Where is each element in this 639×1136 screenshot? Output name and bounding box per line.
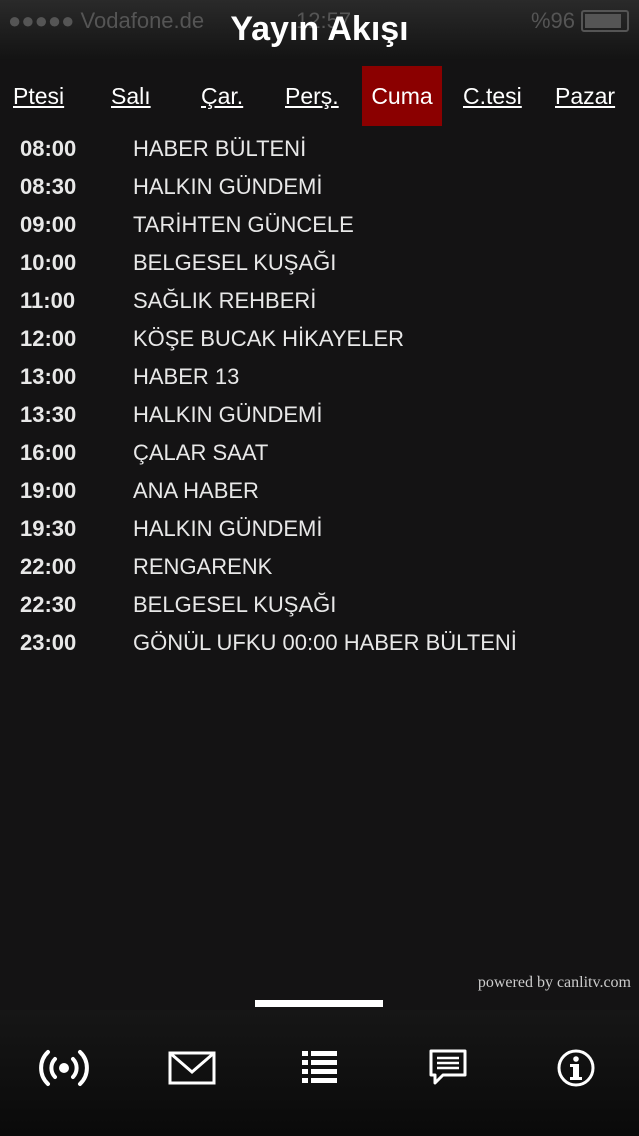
schedule-time: 08:30 bbox=[20, 174, 77, 199]
schedule-program: BELGESEL KUŞAĞI bbox=[133, 250, 337, 275]
schedule-time: 22:00 bbox=[20, 554, 77, 579]
schedule-row: 22:00 RENGARENK bbox=[0, 548, 639, 586]
schedule-time: 08:00 bbox=[20, 136, 77, 161]
schedule-program: RENGARENK bbox=[133, 554, 273, 579]
schedule-program: GÖNÜL UFKU 00:00 HABER BÜLTENİ bbox=[133, 630, 517, 655]
broadcast-icon[interactable] bbox=[36, 1044, 92, 1092]
schedule-time: 22:30 bbox=[20, 592, 77, 617]
schedule-program: ANA HABER bbox=[133, 478, 259, 503]
schedule-time: 11:00 bbox=[20, 288, 76, 313]
schedule-row: 12:00 KÖŞE BUCAK HİKAYELER bbox=[0, 320, 639, 358]
schedule-program: HALKIN GÜNDEMİ bbox=[133, 174, 323, 199]
schedule-row: 08:00 HABER BÜLTENİ bbox=[0, 130, 639, 168]
tab-tuesday[interactable]: Salı bbox=[111, 66, 151, 126]
message-icon[interactable] bbox=[420, 1044, 476, 1092]
schedule-time: 13:30 bbox=[20, 402, 77, 427]
schedule-row: 08:30 HALKIN GÜNDEMİ bbox=[0, 168, 639, 206]
schedule-program: HALKIN GÜNDEMİ bbox=[133, 516, 323, 541]
schedule-time: 23:00 bbox=[20, 630, 77, 655]
schedule-program: TARİHTEN GÜNCELE bbox=[133, 212, 354, 237]
page-title: Yayın Akışı bbox=[230, 10, 409, 48]
tab-monday[interactable]: Ptesi bbox=[13, 66, 64, 126]
bottom-tab-bar bbox=[0, 1010, 639, 1136]
schedule-program: KÖŞE BUCAK HİKAYELER bbox=[133, 326, 405, 351]
powered-by-link[interactable]: powered by canlitv.com bbox=[478, 974, 631, 992]
schedule-row: 16:00 ÇALAR SAAT bbox=[0, 434, 639, 472]
schedule-row: 13:00 HABER 13 bbox=[0, 358, 639, 396]
schedule-time: 12:00 bbox=[20, 326, 77, 351]
schedule-time: 10:00 bbox=[20, 250, 77, 275]
schedule-program: HALKIN GÜNDEMİ bbox=[133, 402, 323, 427]
schedule-row: 22:30 BELGESEL KUŞAĞI bbox=[0, 586, 639, 624]
schedule-time: 16:00 bbox=[20, 440, 77, 465]
tab-thursday[interactable]: Perş. bbox=[285, 66, 339, 126]
schedule-row: 09:00 TARİHTEN GÜNCELE bbox=[0, 206, 639, 244]
schedule-program: BELGESEL KUŞAĞI bbox=[133, 592, 337, 617]
schedule-program: ÇALAR SAAT bbox=[133, 440, 269, 465]
schedule-time: 19:00 bbox=[20, 478, 77, 503]
top-bar: ●●●●● Vodafone.de 12:57 %96 Yayın Akışı bbox=[0, 0, 639, 60]
tab-wednesday[interactable]: Çar. bbox=[201, 66, 243, 126]
schedule-program: SAĞLIK REHBERİ bbox=[133, 288, 317, 313]
tab-sunday[interactable]: Pazar bbox=[555, 66, 615, 126]
schedule-row: 13:30 HALKIN GÜNDEMİ bbox=[0, 396, 639, 434]
scroll-indicator bbox=[255, 1000, 383, 1007]
schedule-row: 10:00 BELGESEL KUŞAĞI bbox=[0, 244, 639, 282]
tab-friday[interactable]: Cuma bbox=[362, 66, 442, 126]
schedule-program: HABER BÜLTENİ bbox=[133, 136, 307, 161]
tab-saturday[interactable]: C.tesi bbox=[463, 66, 522, 126]
schedule-time: 09:00 bbox=[20, 212, 77, 237]
schedule-row: 11:00 SAĞLIK REHBERİ bbox=[0, 282, 639, 320]
schedule-row: 19:00 ANA HABER bbox=[0, 472, 639, 510]
schedule-row: 19:30 HALKIN GÜNDEMİ bbox=[0, 510, 639, 548]
schedule-time: 13:00 bbox=[20, 364, 77, 389]
schedule-time: 19:30 bbox=[20, 516, 77, 541]
mail-icon[interactable] bbox=[164, 1044, 220, 1092]
schedule-list: 08:00 HABER BÜLTENİ 08:30 HALKIN GÜNDEMİ 0… bbox=[0, 130, 639, 662]
schedule-program: HABER 13 bbox=[133, 364, 240, 389]
day-tabs: Ptesi Salı Çar. Perş. Cuma C.tesi Pazar bbox=[0, 66, 639, 126]
list-icon[interactable] bbox=[292, 1044, 348, 1092]
schedule-row: 23:00 GÖNÜL UFKU 00:00 HABER BÜLTENİ bbox=[0, 624, 639, 662]
info-icon[interactable] bbox=[548, 1044, 604, 1092]
